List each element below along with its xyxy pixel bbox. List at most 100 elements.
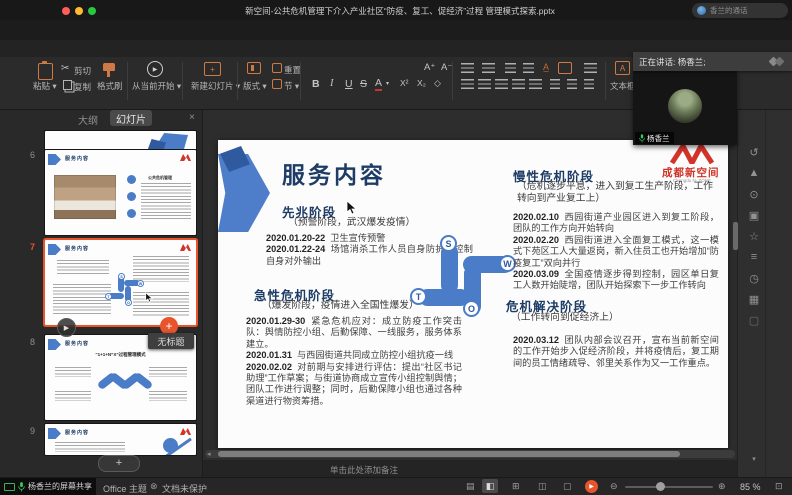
stage-4-sub[interactable]: （工作转向到促经济上）	[511, 312, 619, 324]
slide-9-thumbnail[interactable]: 服务内容	[45, 424, 196, 455]
fit-window-icon[interactable]: ⊡	[775, 481, 783, 492]
canvas-vscrollbar-thumb[interactable]	[733, 222, 738, 250]
minimize-window-button[interactable]	[75, 7, 83, 15]
stage-2-sub[interactable]: （爆发阶段，疫情进入全国性爆发）	[262, 300, 419, 312]
doc-protect-label[interactable]: 文档未保护	[162, 482, 207, 495]
screen-share-label: 杨香兰的屏幕共享	[28, 481, 92, 492]
copy-button[interactable]: 复制	[74, 81, 91, 93]
preview-play-button[interactable]: ▶	[57, 318, 76, 337]
textbox-button[interactable]: 文本框	[610, 80, 636, 92]
align-right-icon[interactable]	[495, 79, 508, 89]
distribute-icon[interactable]	[529, 79, 542, 89]
scrollbar-thumb[interactable]	[218, 451, 680, 457]
zoom-out-icon[interactable]: ⊖	[610, 481, 618, 492]
stage-3-events[interactable]: 2020.02.10西园街道产业园区进入到复工阶段，团队的工作方向开始转向 20…	[513, 212, 719, 292]
format-painter-button[interactable]: 格式刷	[97, 80, 123, 92]
textbox-icon[interactable]: A	[615, 61, 630, 75]
layout-button[interactable]: 版式 ▾	[243, 80, 267, 92]
numbered-list-icon[interactable]	[482, 63, 495, 73]
align-center-icon[interactable]	[478, 79, 491, 89]
font-color-dropdown-icon[interactable]: ▾	[386, 80, 389, 87]
increase-font-button[interactable]: A⁺	[424, 62, 435, 73]
reset-icon[interactable]	[272, 63, 282, 73]
sidebar-resource-icon[interactable]: ⊙	[746, 188, 762, 201]
slide-canvas[interactable]: 服务内容 成都新空间 Chengdu N· ZONE 先兆阶段 （预警阶段，武汉…	[218, 140, 728, 448]
slide-6-thumbnail[interactable]: 服务内容 公共危机管理	[45, 150, 196, 235]
layout-icon[interactable]	[247, 62, 261, 74]
close-panel-icon[interactable]: ×	[189, 112, 195, 123]
cut-icon[interactable]: ✂	[61, 63, 69, 74]
zoom-level[interactable]: 85 %	[740, 482, 761, 492]
stage-3-sub[interactable]: （危机逐步平息，进入到复工生产阶段，工作转向到产业复工上）	[517, 181, 715, 204]
bold-button[interactable]: B	[312, 78, 320, 90]
sidebar-design-icon[interactable]: ▲	[746, 167, 762, 179]
format-painter-icon[interactable]	[103, 63, 115, 71]
justify-icon[interactable]	[512, 79, 525, 89]
line-spacing-icon[interactable]	[550, 79, 560, 89]
columns-icon[interactable]	[584, 63, 597, 73]
align-left-icon[interactable]	[461, 79, 474, 89]
decrease-indent-icon[interactable]	[505, 63, 516, 73]
paragraph-spacing-icon[interactable]	[567, 79, 577, 89]
spacing-options-icon[interactable]	[584, 79, 594, 89]
italic-button[interactable]: I	[330, 78, 334, 89]
sidebar-effects-icon[interactable]: ↺	[746, 146, 762, 159]
notes-area[interactable]: 单击此处添加备注	[203, 460, 737, 477]
sidebar-template-icon[interactable]: ▣	[746, 209, 762, 222]
close-window-button[interactable]	[62, 7, 70, 15]
notes-toggle-icon[interactable]: ▤	[466, 481, 475, 492]
theme-label[interactable]: Office 主题	[103, 482, 147, 495]
new-slide-button[interactable]: 新建幻灯片 ▾	[191, 80, 240, 92]
paste-icon[interactable]	[38, 63, 53, 80]
paste-button[interactable]: 粘贴 ▾	[33, 80, 57, 92]
slides-tab[interactable]: 幻灯片	[110, 110, 152, 126]
slideshow-play-button[interactable]: ▶	[585, 480, 598, 493]
view-sorter-icon[interactable]: ⊞	[512, 481, 520, 492]
sidebar-history-icon[interactable]: ◷	[746, 272, 762, 285]
font-color-button[interactable]: A	[375, 78, 382, 91]
stage-1-sub[interactable]: （预警阶段，武汉爆发疫情）	[288, 217, 415, 229]
sidebar-expand-icon[interactable]: ▾	[746, 455, 762, 463]
add-slide-pill-button[interactable]: +	[98, 455, 140, 472]
meeting-overlay[interactable]: 正在讲话: 杨香兰;	[633, 52, 792, 71]
bullet-list-icon[interactable]	[461, 63, 474, 73]
superscript-button[interactable]: X²	[400, 78, 409, 88]
zoom-slider-track[interactable]	[625, 486, 713, 488]
play-from-current-icon[interactable]: ▶	[147, 61, 163, 77]
horizontal-scrollbar[interactable]: ◂	[205, 450, 735, 458]
decrease-font-button[interactable]: A⁻	[441, 62, 452, 73]
section-icon[interactable]	[272, 79, 282, 89]
reset-button[interactable]: 重置	[284, 64, 301, 76]
screen-share-badge[interactable]: 杨香兰的屏幕共享	[0, 478, 96, 495]
zoom-window-button[interactable]	[88, 7, 96, 15]
play-from-current-button[interactable]: 从当前开始 ▾	[132, 80, 181, 92]
cut-button[interactable]: 剪切	[74, 65, 91, 77]
zoom-in-icon[interactable]: ⊕	[718, 481, 726, 492]
slide-title[interactable]: 服务内容	[282, 156, 386, 190]
sidebar-package-icon[interactable]: ▢	[746, 314, 762, 327]
copy-icon[interactable]	[63, 80, 72, 90]
clear-format-icon[interactable]: ◇	[434, 78, 441, 89]
view-normal-button[interactable]: ◧	[482, 479, 498, 493]
stage-4-events[interactable]: 2020.03.12团队内部会议召开，宣布当前新空间的工作开始步入促经济阶段，并…	[513, 335, 719, 369]
highlight-box-icon[interactable]	[558, 62, 572, 74]
text-direction-icon[interactable]: A̲	[543, 62, 549, 72]
increase-indent-icon[interactable]	[523, 63, 534, 73]
sidebar-settings-icon[interactable]: ≡	[746, 251, 762, 263]
view-reading-icon[interactable]: ◫	[538, 481, 547, 492]
call-widget[interactable]: 香兰的通话	[692, 3, 788, 18]
section-button[interactable]: 节 ▾	[284, 80, 299, 92]
sidebar-favorites-icon[interactable]: ☆	[746, 230, 762, 243]
slide-7-thumbnail[interactable]: 服务内容 S W T O	[45, 240, 196, 325]
underline-button[interactable]: U	[345, 78, 353, 90]
new-slide-icon[interactable]: +	[204, 62, 221, 76]
subscript-button[interactable]: X₂	[417, 78, 426, 88]
outline-tab[interactable]: 大纲	[78, 112, 98, 127]
sidebar-image-icon[interactable]: ▦	[746, 293, 762, 306]
view-presenter-icon[interactable]: ▢	[563, 481, 572, 492]
meeting-video-tile[interactable]: 杨香兰	[633, 71, 737, 145]
zoom-slider-thumb[interactable]	[656, 482, 665, 491]
stage-2-events[interactable]: 2020.01.29-30紧急危机应对：成立防疫工作突击队：舆情防控小组、后勤保…	[246, 316, 462, 407]
scrollbar-left-arrow[interactable]: ◂	[207, 450, 211, 458]
strikethrough-button[interactable]: S	[360, 78, 367, 90]
